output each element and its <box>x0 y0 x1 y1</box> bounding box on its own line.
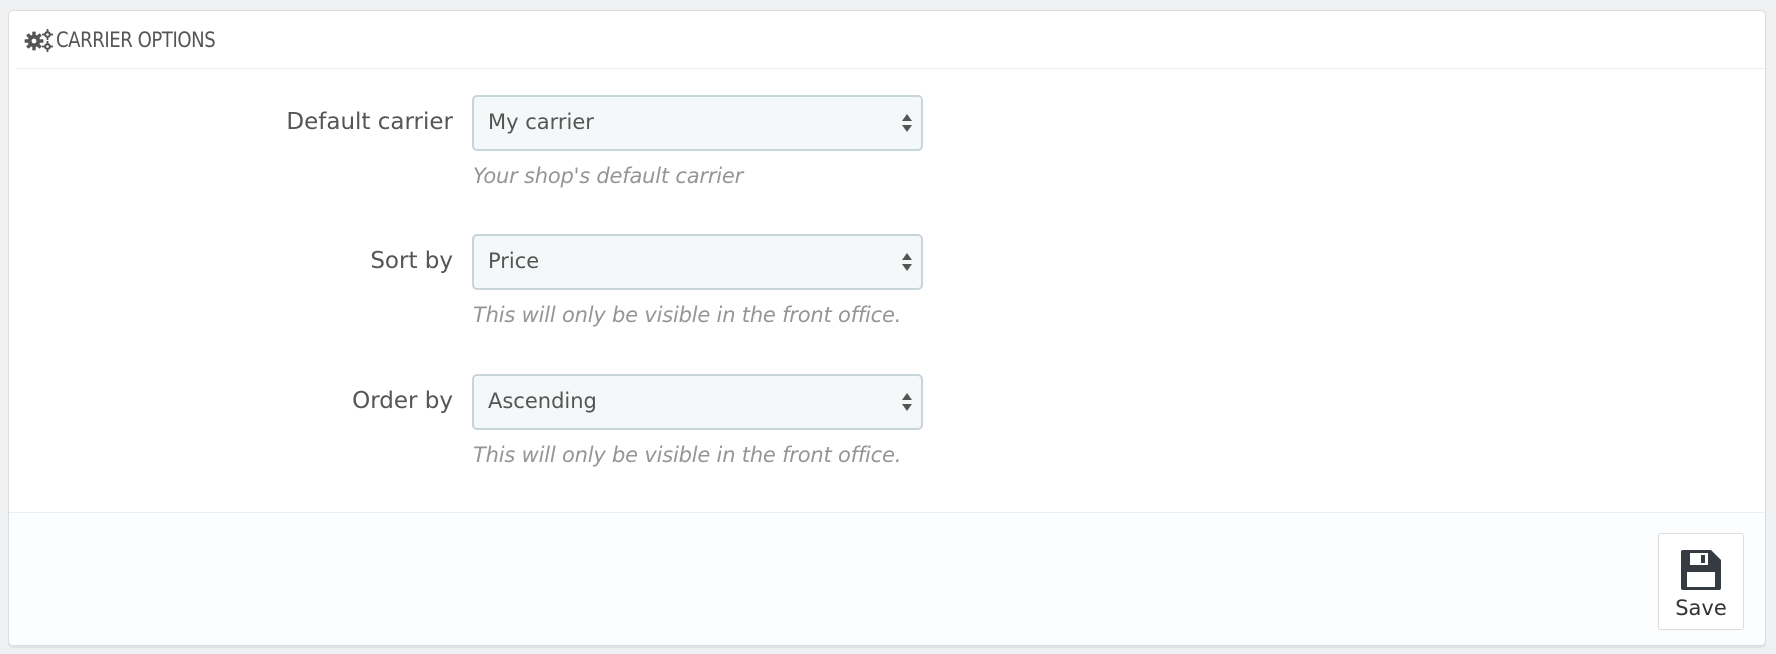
panel-heading: CARRIER OPTIONS <box>16 11 1765 69</box>
save-label: Save <box>1675 596 1727 620</box>
cogs-icon <box>24 26 56 54</box>
carrier-options-panel: CARRIER OPTIONS Default carrier My carri… <box>8 10 1766 646</box>
order-by-help: This will only be visible in the front o… <box>473 443 902 467</box>
select-arrows-icon <box>901 390 913 414</box>
form-row-order-by: Order by Ascending This will only be vis… <box>9 374 1765 467</box>
form-row-default-carrier: Default carrier My carrier Your shop's d… <box>9 95 1765 188</box>
form-row-sort-by: Sort by Price This will only be visible … <box>9 234 1765 327</box>
sort-by-label: Sort by <box>370 248 453 274</box>
sort-by-value: Price <box>488 249 540 273</box>
order-by-select[interactable]: Ascending <box>472 374 923 430</box>
default-carrier-help: Your shop's default carrier <box>473 164 744 188</box>
sort-by-help: This will only be visible in the front o… <box>473 303 902 327</box>
default-carrier-value: My carrier <box>488 110 594 134</box>
floppy-disk-icon <box>1679 548 1723 592</box>
save-button[interactable]: Save <box>1658 533 1744 630</box>
panel-footer: Save <box>9 512 1765 645</box>
order-by-label: Order by <box>352 388 453 414</box>
select-arrows-icon <box>901 250 913 274</box>
panel-title: CARRIER OPTIONS <box>56 27 216 52</box>
select-arrows-icon <box>901 111 913 135</box>
sort-by-select[interactable]: Price <box>472 234 923 290</box>
default-carrier-select[interactable]: My carrier <box>472 95 923 151</box>
default-carrier-label: Default carrier <box>286 109 453 135</box>
order-by-value: Ascending <box>488 389 597 413</box>
